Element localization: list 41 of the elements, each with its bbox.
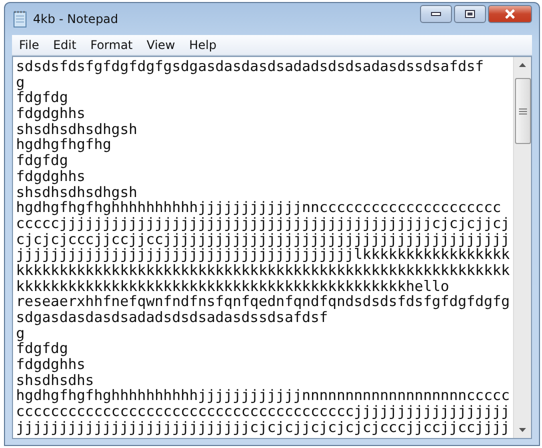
text-line: shsdhsdhsdhgsh [16,122,138,138]
text-line: shsdhsdhs [16,374,95,389]
text-line: fdgfdg [16,154,69,170]
minimize-button[interactable] [420,5,452,23]
text-line: g [16,76,25,91]
text-line: sdgasdasdasdsadadsdsdsadasdssdsafdsf [16,311,329,327]
text-line: jjjjjjjjjjjjjjjjjjjjjjjjjjjcjcjcjjcjcjcjcjcccjjccjjccjjjj [16,420,511,436]
text-line: hgdhgfhgfhg [16,138,112,154]
close-button[interactable] [488,5,532,23]
grip-icon [518,108,526,114]
text-line: hgdhgfhgfhghhhhhhhhhhjjjjjjjjjjjjnnnnnnnnnnnnnnnnnnnccccc [16,389,511,405]
notepad-icon [12,10,28,28]
text-line: kkkkkkkkkkkkkkkkkkkkkkkkkkkkkkkkkkkkkkkkkkkkkhello [16,280,450,295]
menu-item[interactable]: View [140,38,182,52]
text-line: fdgdghhs [16,107,86,123]
menu-item[interactable]: Format [83,38,140,52]
vertical-scrollbar[interactable] [513,57,531,438]
text-line: fdgfdg [16,342,69,358]
menu-item[interactable]: File [12,38,46,52]
text-line: cccccccccccccccccccccccccccccccccccccccjjjjjjjjjjjjjjjjjj [16,405,511,421]
maximize-icon [465,10,475,18]
window-title: 4kb - Notepad [33,12,120,26]
text-line: fdgfdg [16,91,69,107]
scroll-thumb[interactable] [514,78,530,144]
text-line: sdsdsfdsfgfdgfdgfgsdgasdasdasdsadadsdsdsadasdssdsafdsf [16,60,485,76]
menu-item[interactable]: Edit [46,38,84,52]
text-editor[interactable] [12,56,532,439]
text-line: fdgdghhs [16,358,86,374]
text-line: kkkkkkkkkkkkkkkkkkkkkkkkkkkkkkkkkkkkkkkkkkkkkkkkkkkkkkkkk [16,264,511,280]
text-line: g [16,326,25,342]
text-line: fdgdghhs [16,170,86,186]
maximize-button[interactable] [454,5,486,23]
text-line: reseaerxhhfnefqwnfndfnsfqnfqednfqndfqndsdsdsfdsfgfdgfdgfg [16,295,511,311]
close-icon [504,9,516,19]
menu-item[interactable]: Help [182,38,224,52]
text-line: cjcjcjcccjjccjjccjjjjjjjjjjjjjjjjjjjjjjjjjjjjjjjjjjjjjjjj [16,232,511,248]
text-line: cccccjjjjjjjjjjjjjjjjjjjjjjjjjjjjjjjjjjjjjjjjjjjcjcjcjjcj [16,216,511,233]
minimize-icon [431,12,441,16]
text-line: shsdhsdhsdhgsh [16,186,138,200]
text-line: hgdhgfhgfhghhhhhhhhhhjjjjjjjjjjjjnnccccccccccccccccccccc [16,201,502,217]
text-line: jjjjjjjjjjjjjjjjjjjjjjjjjjjjjjjjjjjjjjjlkkkkkkkkkkkkkkkkk [16,248,511,264]
